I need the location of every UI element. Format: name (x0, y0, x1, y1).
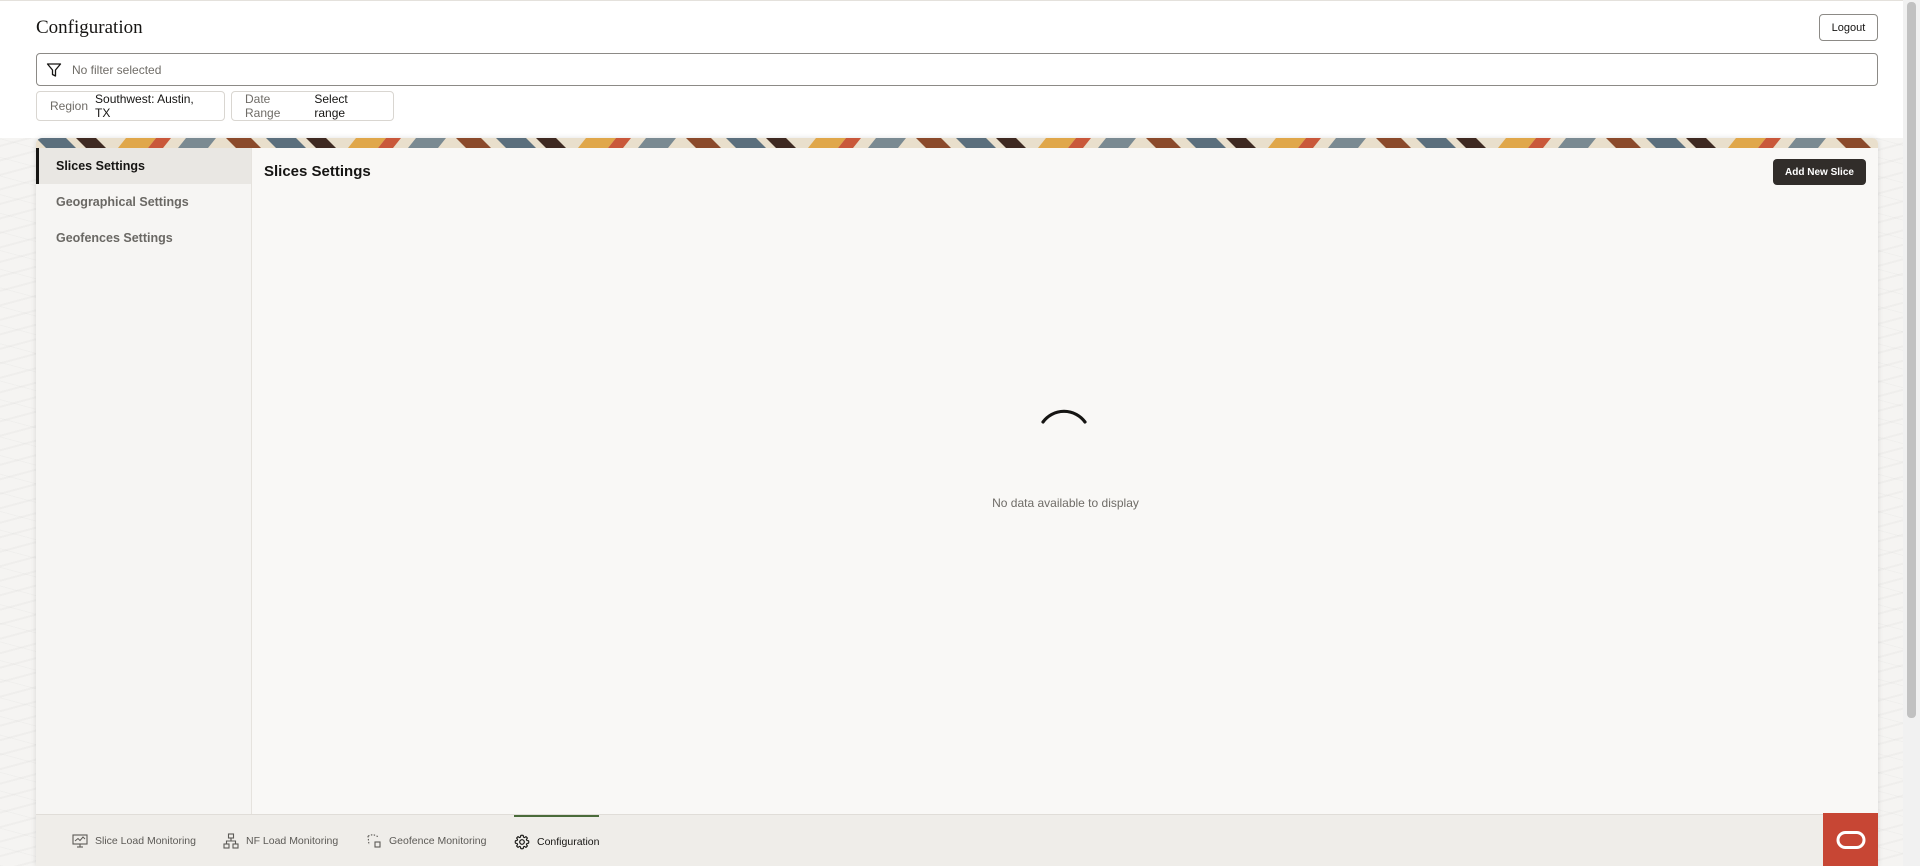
top-header-area: Configuration Logout Region Southwest: A… (0, 0, 1903, 138)
configuration-panel: Slices Settings Geographical Settings Ge… (36, 138, 1878, 866)
tab-nf-load-monitoring[interactable]: NF Load Monitoring (223, 815, 338, 866)
scrollbar-thumb[interactable] (1907, 2, 1916, 718)
tab-label: NF Load Monitoring (246, 835, 339, 847)
sidebar-item-label: Geofences Settings (56, 231, 173, 245)
sidebar-item-label: Geographical Settings (56, 195, 189, 209)
decorative-banner (36, 138, 1878, 148)
sidebar-item-geographical-settings[interactable]: Geographical Settings (36, 184, 251, 220)
gear-icon (514, 834, 530, 850)
page-title: Configuration (36, 17, 143, 38)
date-range-chip-value: Select range (314, 92, 348, 120)
section-title: Slices Settings (264, 163, 371, 180)
tab-slice-load-monitoring[interactable]: Slice Load Monitoring (72, 815, 196, 866)
empty-state-message: No data available to display (992, 496, 1139, 510)
oracle-logo[interactable] (1823, 813, 1878, 866)
sidebar-item-geofences-settings[interactable]: Geofences Settings (36, 220, 251, 256)
date-range-chip-label: Date Range (245, 92, 281, 120)
filter-icon (46, 62, 62, 77)
slices-settings-content: Slices Settings Add New Slice No data av… (253, 148, 1878, 814)
filter-bar[interactable] (36, 53, 1878, 86)
geofence-icon (367, 833, 381, 848)
network-nodes-icon (223, 833, 239, 849)
date-range-chip[interactable]: Date Range Select range (231, 91, 394, 121)
oracle-logo-icon (1836, 830, 1865, 849)
bottom-navigation: Slice Load Monitoring NF Load Monitoring… (36, 814, 1878, 866)
sidebar-item-label: Slices Settings (56, 159, 145, 173)
region-filter-chip[interactable]: Region Southwest: Austin, TX (36, 91, 225, 121)
region-chip-value: Southwest: Austin, TX (95, 92, 194, 120)
tab-label: Geofence Monitoring (389, 835, 487, 847)
region-chip-label: Region (50, 99, 89, 113)
tab-geofence-monitoring[interactable]: Geofence Monitoring (366, 815, 486, 866)
add-new-slice-button[interactable]: Add New Slice (1773, 159, 1866, 185)
sidebar-item-slices-settings[interactable]: Slices Settings (36, 148, 251, 184)
tab-configuration[interactable]: Configuration (514, 815, 600, 866)
settings-sidebar: Slices Settings Geographical Settings Ge… (36, 148, 252, 814)
tab-label: Slice Load Monitoring (95, 835, 196, 847)
logout-button[interactable]: Logout (1819, 14, 1878, 41)
tab-label: Configuration (537, 836, 600, 848)
loading-spinner-icon (1041, 409, 1087, 424)
page-scrollbar[interactable] (1903, 0, 1920, 866)
monitor-chart-icon (72, 834, 88, 848)
filter-input[interactable] (72, 62, 1772, 77)
